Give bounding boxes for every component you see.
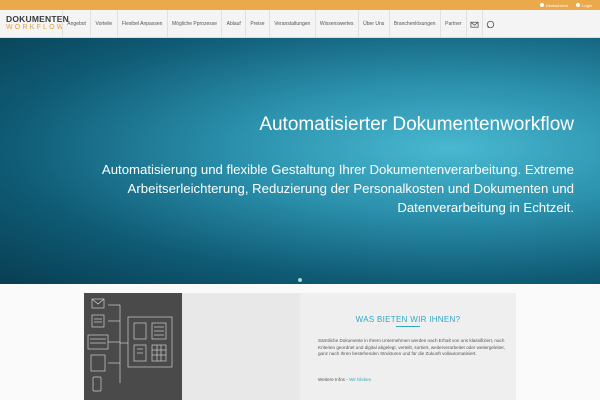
nav-item-angebot[interactable]: Angebot bbox=[62, 10, 90, 38]
workflow-diagram-illustration bbox=[87, 298, 173, 392]
nav-item-branchenloesungen[interactable]: Branchenlösungen bbox=[388, 10, 440, 38]
logo-line-2: WORKFLOW bbox=[6, 24, 66, 31]
top-bar: Deutschland Login bbox=[0, 0, 600, 10]
language-label: Deutschland bbox=[545, 2, 569, 8]
nav-item-ablauf[interactable]: Ablauf bbox=[221, 10, 245, 38]
mail-button[interactable] bbox=[465, 10, 482, 38]
offer-text-panel: WAS BIETEN WIR IHNEN? Sämtliche Dokument… bbox=[300, 293, 516, 400]
hero-banner: Automatisierter Dokumentenworkflow Autom… bbox=[0, 38, 600, 284]
nav-item-wissenswertes[interactable]: Wissenswertes bbox=[314, 10, 358, 38]
offer-section: WAS BIETEN WIR IHNEN? Sämtliche Dokument… bbox=[0, 284, 600, 400]
globe-icon bbox=[539, 3, 544, 8]
slider-dot[interactable] bbox=[298, 278, 302, 282]
more-info-label: Weitere Infos - bbox=[318, 377, 350, 382]
offer-body: Sämtliche Dokumente in Ihrem Unternehmen… bbox=[318, 338, 505, 357]
login-link[interactable]: Login bbox=[576, 3, 592, 8]
nav-item-vorteile[interactable]: Vorteile bbox=[90, 10, 116, 38]
workflow-diagram-image bbox=[84, 293, 182, 400]
title-underline bbox=[396, 326, 420, 327]
hero-title: Automatisierter Dokumentenworkflow bbox=[259, 114, 574, 135]
more-info-link[interactable]: Wir klicken bbox=[349, 377, 371, 382]
hero-subtitle: Automatisierung und flexible Gestaltung … bbox=[101, 162, 574, 215]
image-placeholder bbox=[182, 293, 300, 400]
more-info: Weitere Infos - Wir klicken bbox=[318, 377, 371, 382]
nav-item-veranstaltungen[interactable]: Veranstaltungen bbox=[268, 10, 315, 38]
login-label: Login bbox=[582, 2, 592, 8]
whatsapp-button[interactable] bbox=[481, 10, 498, 38]
whatsapp-icon bbox=[486, 20, 495, 28]
nav-menu: Angebot Vorteile Flexibel Anpassen Mögli… bbox=[62, 10, 498, 38]
logo[interactable]: DOKUMENTEN WORKFLOW bbox=[6, 14, 69, 34]
language-selector[interactable]: Deutschland bbox=[539, 2, 569, 8]
logo-line-1: DOKUMENTEN bbox=[6, 14, 69, 24]
nav-item-moegliche-prozesse[interactable]: Mögliche Pprozesse bbox=[166, 10, 222, 38]
top-bar-links: Deutschland Login bbox=[539, 0, 592, 10]
offer-title: WAS BIETEN WIR IHNEN? bbox=[355, 315, 461, 324]
user-icon bbox=[576, 3, 581, 8]
nav-item-preise[interactable]: Preise bbox=[245, 10, 269, 38]
mail-icon bbox=[470, 21, 479, 28]
nav-item-flexibel-anpassen[interactable]: Flexibel Anpassen bbox=[116, 10, 167, 38]
main-navbar: DOKUMENTEN WORKFLOW Angebot Vorteile Fle… bbox=[0, 10, 600, 38]
nav-item-ueber-uns[interactable]: Über Uns bbox=[357, 10, 389, 38]
nav-item-partner[interactable]: Partner bbox=[439, 10, 466, 38]
